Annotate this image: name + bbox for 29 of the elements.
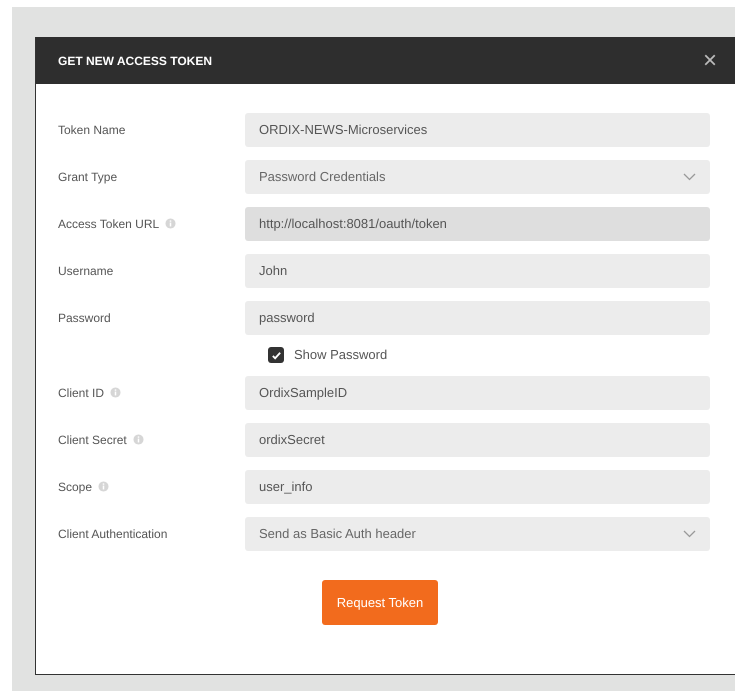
field-label: Access Token URL (58, 216, 160, 232)
input-field[interactable]: http://localhost:8081/oauth/token (245, 206, 710, 240)
chevron-down-icon (683, 530, 696, 538)
field-label: Client Authentication (58, 526, 168, 542)
checkmark-icon (270, 350, 282, 360)
info-icon (98, 481, 110, 492)
info-icon (110, 387, 122, 398)
input-field[interactable]: ORDIX-NEWS-Microservices (245, 112, 710, 146)
info-icon (165, 218, 176, 229)
input-field[interactable]: password (245, 300, 710, 334)
select-field[interactable]: Send as Basic Auth header (245, 516, 710, 550)
field-label: Scope (58, 478, 92, 496)
checkbox[interactable] (268, 347, 284, 363)
input-field[interactable]: user_info (245, 470, 710, 504)
input-field[interactable]: ordixSecret (245, 422, 710, 456)
select-field[interactable]: Password Credentials (245, 160, 710, 194)
info-icon (132, 434, 144, 445)
dialog-title: GET NEW ACCESS TOKEN (58, 52, 212, 70)
close-button[interactable]: × (702, 48, 717, 72)
field-label: Client ID (58, 384, 104, 402)
field-label: Token Name (58, 122, 126, 138)
chevron-down-icon (683, 172, 696, 180)
field-label: Password (58, 310, 111, 326)
field-label: Username (58, 262, 114, 280)
input-field[interactable]: John (245, 254, 710, 288)
field-label: Client Secret (58, 432, 127, 448)
input-field[interactable]: OrdixSampleID (245, 376, 710, 410)
show-password-checkbox[interactable]: Show Password (268, 345, 388, 365)
field-label: Grant Type (58, 168, 118, 186)
